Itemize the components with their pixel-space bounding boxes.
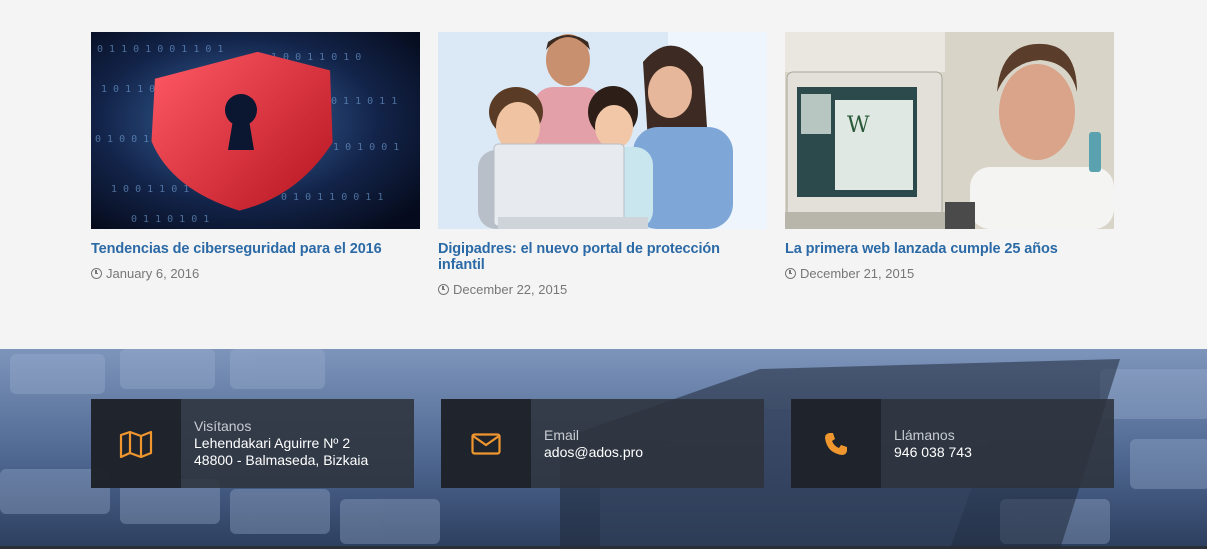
address-line: 48800 - Balmaseda, Bizkaia bbox=[194, 452, 369, 468]
contact-visit: Visítanos Lehendakari Aguirre Nº 2 48800… bbox=[91, 399, 414, 488]
post-title[interactable]: La primera web lanzada cumple 25 años bbox=[785, 241, 1114, 257]
post-thumbnail[interactable]: W bbox=[785, 32, 1114, 229]
post-date-text: January 6, 2016 bbox=[106, 266, 200, 281]
post-date: December 21, 2015 bbox=[785, 266, 1114, 281]
clock-icon bbox=[91, 268, 102, 279]
post-title[interactable]: Tendencias de ciberseguridad para el 201… bbox=[91, 241, 420, 257]
post-title[interactable]: Digipadres: el nuevo portal de protecció… bbox=[438, 241, 767, 273]
post-date-text: December 22, 2015 bbox=[453, 282, 568, 297]
svg-text:0 1 1 0 1 0 0 1 1 0 1: 0 1 1 0 1 0 0 1 1 0 1 bbox=[97, 44, 223, 55]
map-icon bbox=[91, 399, 181, 488]
post-card: Digipadres: el nuevo portal de protecció… bbox=[438, 32, 767, 297]
address-line: Lehendakari Aguirre Nº 2 bbox=[194, 435, 351, 451]
contact-footer: Visítanos Lehendakari Aguirre Nº 2 48800… bbox=[0, 349, 1207, 549]
svg-text:1 0 1 1 0: 1 0 1 1 0 bbox=[101, 84, 155, 95]
post-date-text: December 21, 2015 bbox=[800, 266, 915, 281]
contact-phone: Llámanos 946 038 743 bbox=[791, 399, 1114, 488]
post-thumbnail[interactable] bbox=[438, 32, 767, 229]
svg-text:0 1 0 0 1 1: 0 1 0 0 1 1 bbox=[95, 134, 161, 145]
svg-text:1 1 0 1 0 0 1: 1 1 0 1 0 0 1 bbox=[321, 142, 399, 153]
envelope-icon bbox=[441, 399, 531, 488]
clock-icon bbox=[785, 268, 796, 279]
svg-text:0 1 1 0 1 1: 0 1 1 0 1 1 bbox=[331, 96, 397, 107]
post-card: W La primera web lanzada cumple 25 años … bbox=[785, 32, 1114, 281]
post-date: December 22, 2015 bbox=[438, 282, 767, 297]
svg-text:0 1 1 0 1 0 1: 0 1 1 0 1 0 1 bbox=[131, 214, 209, 225]
clock-icon bbox=[438, 284, 449, 295]
contact-label: Llámanos bbox=[894, 426, 955, 443]
contact-label: Visítanos bbox=[194, 418, 252, 434]
post-date: January 6, 2016 bbox=[91, 266, 420, 281]
contact-email: Email ados@ados.pro bbox=[441, 399, 764, 488]
svg-text:W: W bbox=[847, 113, 870, 138]
phone-number[interactable]: 946 038 743 bbox=[894, 444, 972, 461]
phone-icon bbox=[791, 399, 881, 488]
post-card: 0 1 1 0 1 0 0 1 1 0 1 1 0 0 1 1 0 1 0 1 … bbox=[91, 32, 420, 281]
contact-label: Email bbox=[544, 426, 580, 443]
post-thumbnail[interactable]: 0 1 1 0 1 0 0 1 1 0 1 1 0 0 1 1 0 1 0 1 … bbox=[91, 32, 420, 229]
recent-posts: 0 1 1 0 1 0 0 1 1 0 1 1 0 0 1 1 0 1 0 1 … bbox=[91, 32, 1115, 332]
svg-text:0 1 0 1 1 0 0 1 1: 0 1 0 1 1 0 0 1 1 bbox=[281, 192, 383, 203]
email-link[interactable]: ados@ados.pro bbox=[544, 444, 643, 461]
